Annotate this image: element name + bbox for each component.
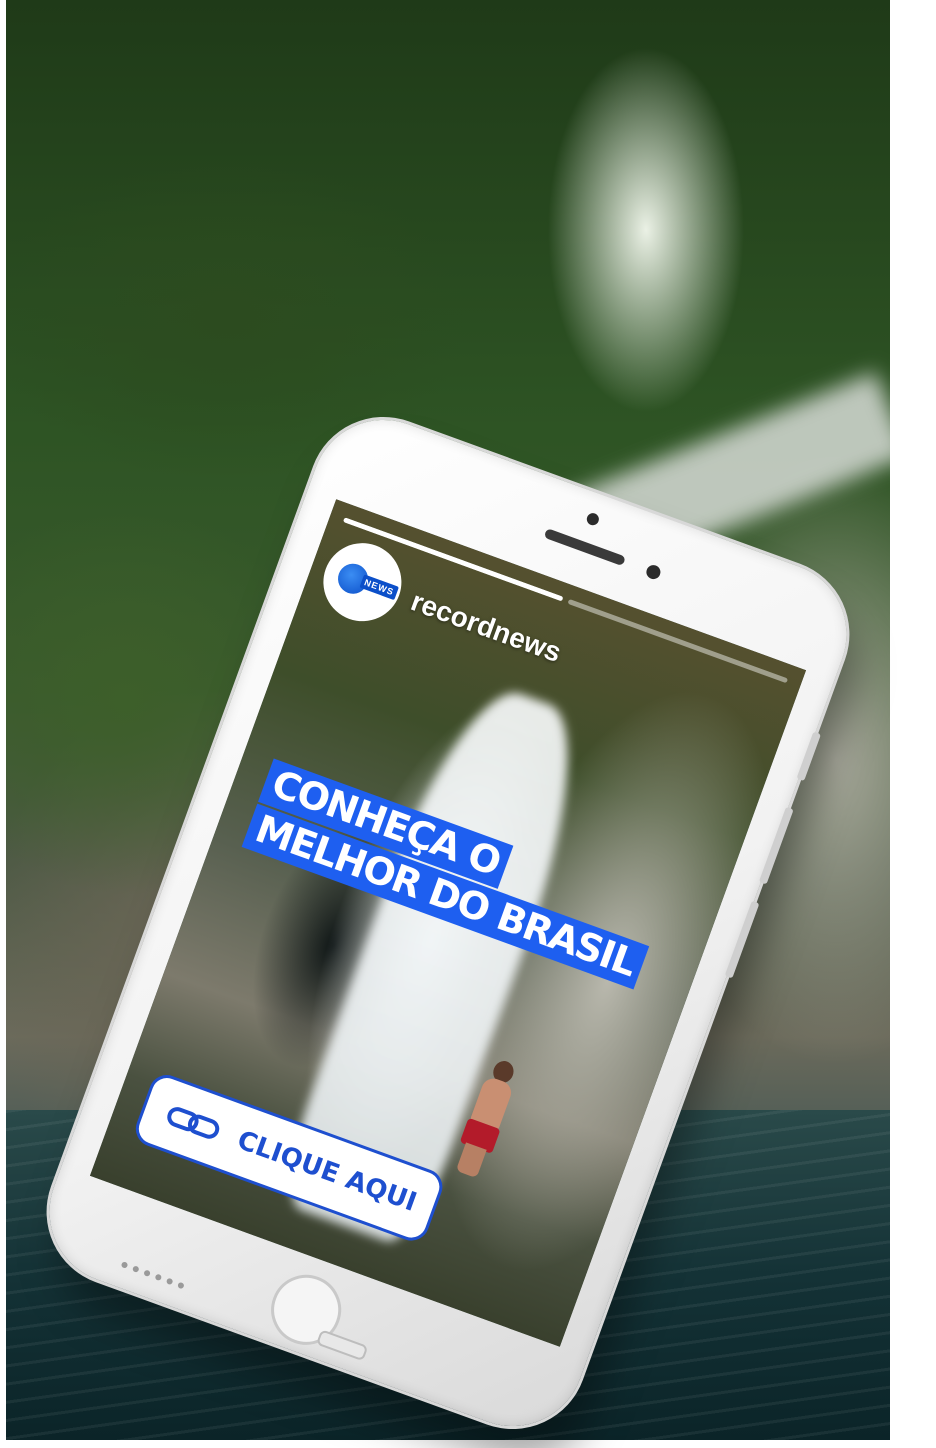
- avatar-badge: NEWS: [359, 574, 399, 601]
- link-icon: [167, 1107, 220, 1139]
